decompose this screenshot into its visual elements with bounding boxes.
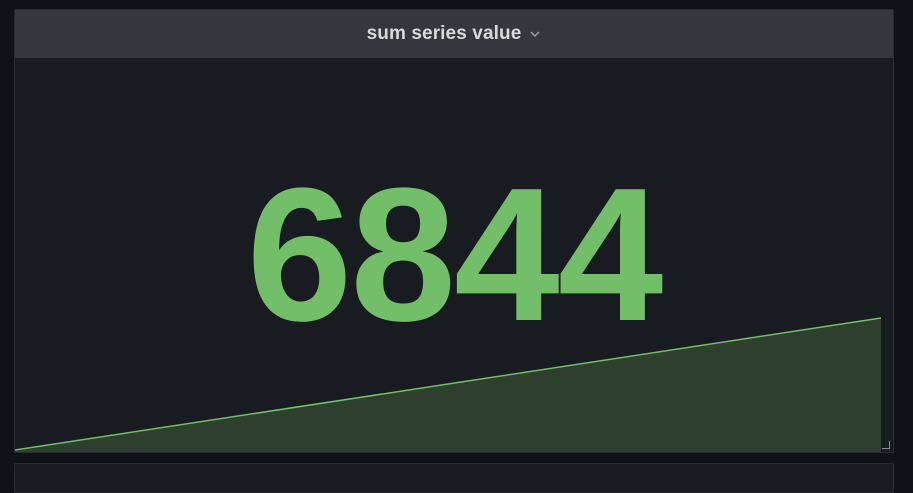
- chevron-down-icon[interactable]: [529, 28, 541, 40]
- resize-handle-icon[interactable]: [882, 441, 890, 449]
- stat-value: 6844: [246, 149, 664, 361]
- stat-panel: sum series value 6844: [14, 9, 894, 453]
- next-panel: [14, 463, 894, 493]
- panel-header[interactable]: sum series value: [15, 10, 893, 58]
- panel-title[interactable]: sum series value: [367, 23, 522, 45]
